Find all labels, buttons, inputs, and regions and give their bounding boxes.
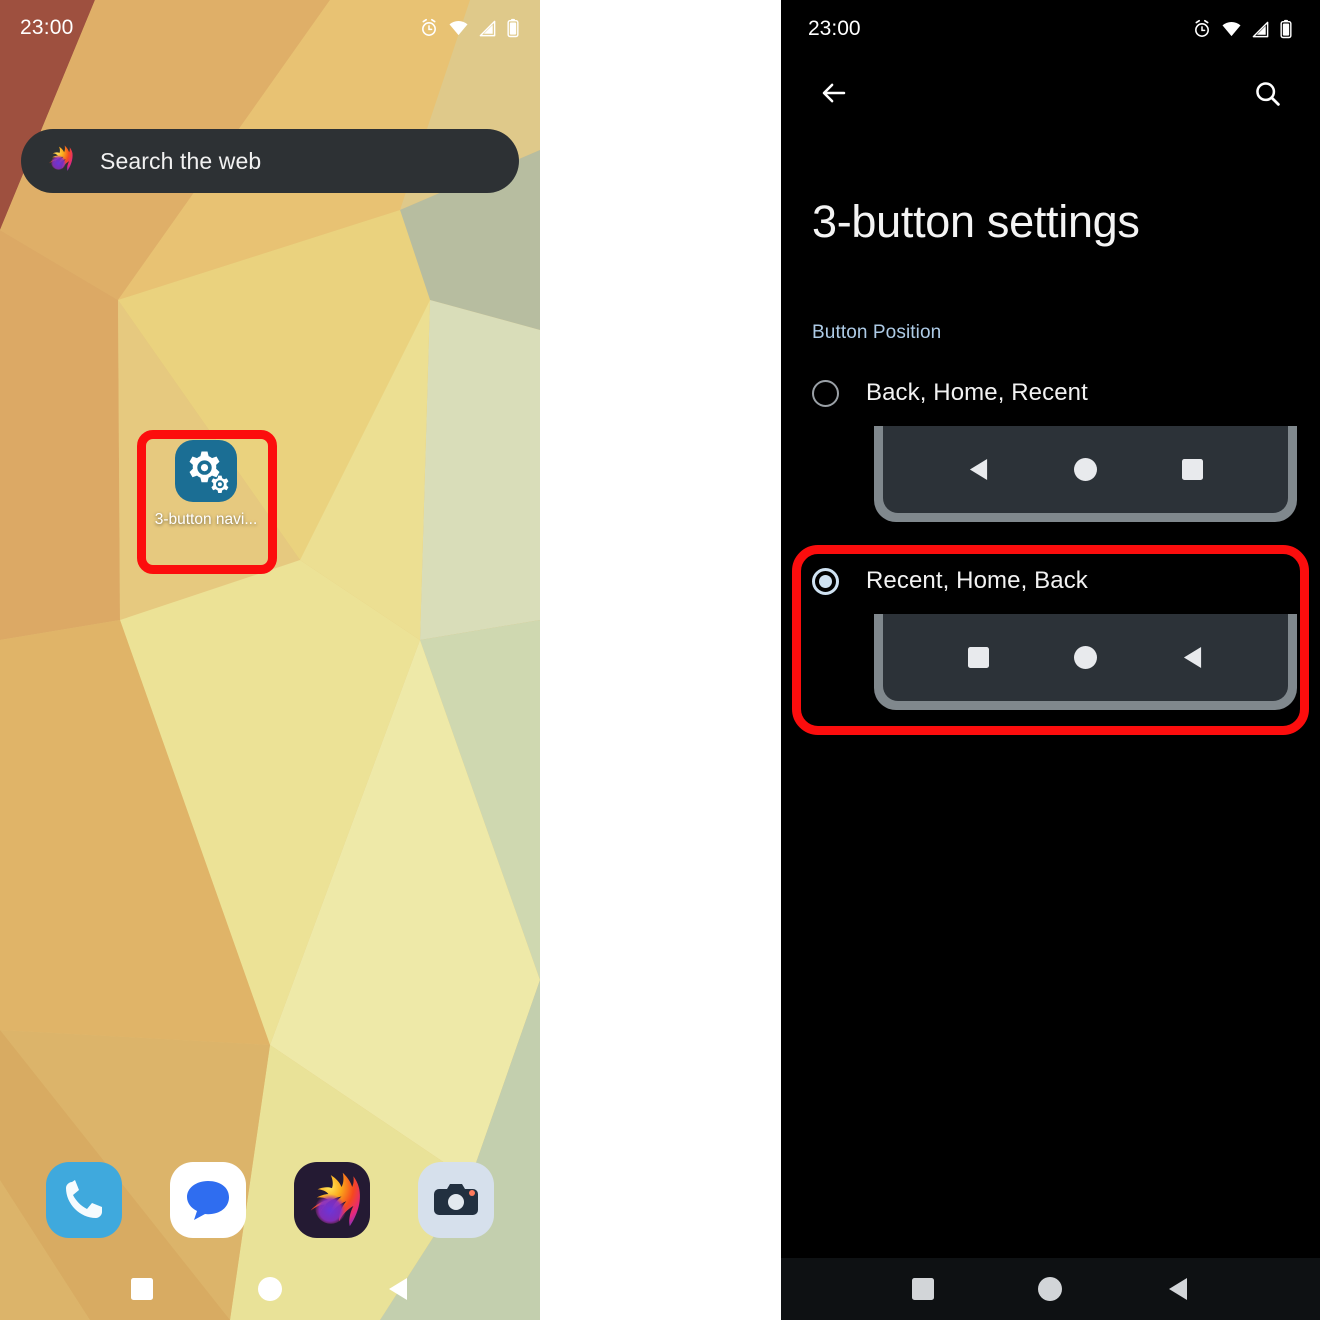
search-widget[interactable]: Search the web: [21, 129, 519, 193]
firefox-icon: [310, 1172, 360, 1227]
wifi-icon: [449, 20, 468, 36]
navbar-preview-back-home-recent: [781, 426, 1320, 522]
wifi-icon: [1222, 21, 1241, 37]
battery-icon: [507, 18, 519, 38]
search-icon[interactable]: [1244, 70, 1290, 116]
dock-item-camera[interactable]: [418, 1162, 494, 1238]
page-title: 3-button settings: [812, 196, 1140, 247]
panel-gap: [540, 0, 781, 1320]
triangle-back-icon: [1165, 646, 1221, 669]
home-navigation-bar: [0, 1258, 540, 1320]
circle-home-icon[interactable]: [233, 1277, 307, 1301]
wallpaper-polygons: [0, 0, 540, 1320]
navbar-preview-recent-home-back: [781, 614, 1320, 710]
settings-screen-panel: 23:00 3-button settings Button Position …: [781, 0, 1320, 1320]
wallpaper: [0, 0, 540, 1320]
dock: [0, 1162, 540, 1238]
triangle-back-icon: [951, 458, 1007, 481]
alarm-icon: [1195, 19, 1209, 37]
phone-frame: [874, 614, 1297, 710]
search-input-placeholder: Search the web: [100, 147, 262, 174]
battery-icon: [1280, 19, 1292, 39]
triangle-back-icon[interactable]: [361, 1277, 435, 1301]
radio-button-unselected[interactable]: [812, 379, 839, 407]
home-status-bar: 23:00: [0, 0, 540, 56]
phone-screen: [883, 426, 1288, 513]
status-bar-icons: [1192, 19, 1293, 39]
settings-navigation-bar: [781, 1258, 1320, 1320]
option-label: Recent, Home, Back: [866, 567, 1088, 594]
screenshot-stage: 23:00 Search the web 3-button navi... 23…: [0, 0, 1320, 1320]
status-bar-clock: 23:00: [20, 16, 74, 39]
dock-item-firefox[interactable]: [294, 1162, 370, 1238]
option-back-home-recent[interactable]: Back, Home, Recent: [781, 370, 1320, 522]
option-row[interactable]: Back, Home, Recent: [781, 370, 1320, 416]
annotation-highlight-app-shortcut: [137, 430, 277, 574]
dock-item-phone[interactable]: [46, 1162, 122, 1238]
phone-icon: [66, 1180, 102, 1218]
square-recent-icon[interactable]: [105, 1278, 179, 1300]
settings-status-bar: 23:00: [781, 0, 1320, 58]
circle-home-icon: [1058, 646, 1114, 669]
circle-home-icon[interactable]: [1013, 1277, 1087, 1301]
triangle-back-icon[interactable]: [1141, 1277, 1215, 1301]
option-row[interactable]: Recent, Home, Back: [781, 558, 1320, 604]
cellular-signal-icon: [479, 20, 496, 36]
radio-button-selected[interactable]: [812, 567, 839, 595]
phone-frame: [874, 426, 1297, 522]
dock-item-messages[interactable]: [170, 1162, 246, 1238]
phone-screen: [883, 614, 1288, 701]
back-arrow-icon[interactable]: [811, 70, 857, 116]
messages-icon: [187, 1181, 229, 1220]
alarm-icon: [422, 18, 436, 36]
square-recent-icon: [1165, 459, 1221, 480]
option-label: Back, Home, Recent: [866, 379, 1088, 406]
status-bar-icons: [419, 18, 520, 38]
section-label-button-position: Button Position: [812, 322, 942, 343]
home-screen-panel: 23:00 Search the web 3-button navi...: [0, 0, 540, 1320]
cellular-signal-icon: [1252, 21, 1269, 37]
square-recent-icon: [951, 647, 1007, 668]
settings-app-bar: [781, 58, 1320, 128]
option-recent-home-back[interactable]: Recent, Home, Back: [781, 558, 1320, 710]
firefox-icon: [41, 141, 77, 182]
camera-icon: [434, 1184, 478, 1215]
circle-home-icon: [1058, 458, 1114, 481]
square-recent-icon[interactable]: [886, 1278, 960, 1300]
status-bar-clock: 23:00: [808, 17, 861, 40]
